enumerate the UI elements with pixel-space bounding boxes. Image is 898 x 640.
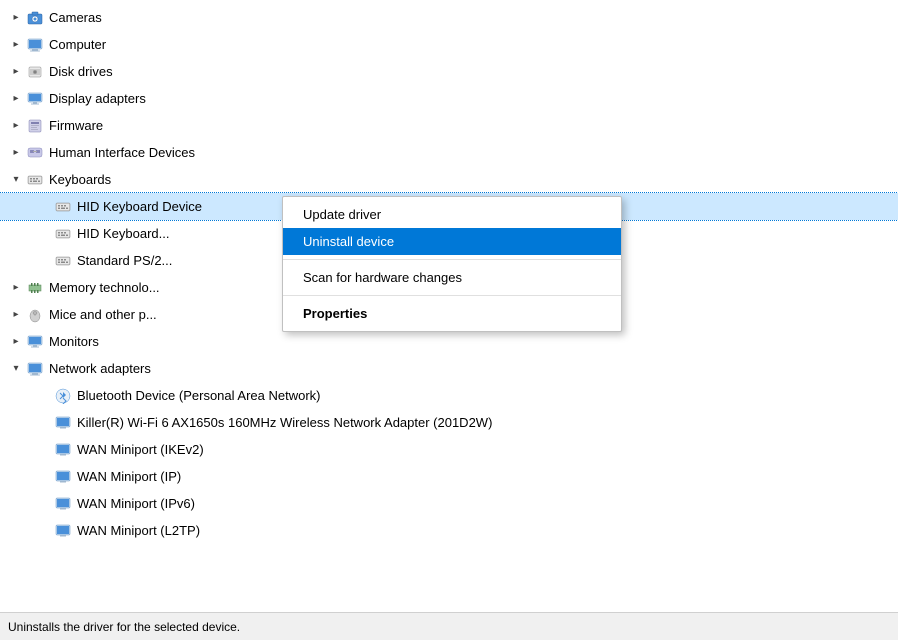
network-adapter-icon <box>54 495 72 513</box>
firmware-icon <box>26 117 44 135</box>
tree-item-wan-ip[interactable]: WAN Miniport (IP) <box>0 463 898 490</box>
tree-label-computer: Computer <box>49 37 106 52</box>
expand-arrow-killer-wifi <box>36 415 52 431</box>
tree-item-wan-ipv6[interactable]: WAN Miniport (IPv6) <box>0 490 898 517</box>
expand-arrow-disk-drives[interactable] <box>8 64 24 80</box>
keyboard-icon <box>26 171 44 189</box>
expand-arrow-wan-ikev2 <box>36 442 52 458</box>
keyboard-small-icon <box>54 225 72 243</box>
tree-label-wan-ip: WAN Miniport (IP) <box>77 469 181 484</box>
network-adapter-icon <box>54 414 72 432</box>
expand-arrow-computer[interactable] <box>8 37 24 53</box>
camera-icon <box>26 9 44 27</box>
context-menu: Update driverUninstall device Scan for ha… <box>282 196 622 332</box>
tree-label-human-interface: Human Interface Devices <box>49 145 195 160</box>
network-adapter-icon <box>54 441 72 459</box>
tree-item-network-adapters[interactable]: Network adapters <box>0 355 898 382</box>
network-adapter-icon <box>54 522 72 540</box>
expand-arrow-monitors[interactable] <box>8 334 24 350</box>
expand-arrow-standard-ps2 <box>36 253 52 269</box>
display-icon <box>26 90 44 108</box>
tree-label-killer-wifi: Killer(R) Wi-Fi 6 AX1650s 160MHz Wireles… <box>77 415 492 430</box>
network-icon <box>26 360 44 378</box>
expand-arrow-firmware[interactable] <box>8 118 24 134</box>
hid-icon <box>26 144 44 162</box>
tree-label-wan-ikev2: WAN Miniport (IKEv2) <box>77 442 204 457</box>
tree-item-display-adapters[interactable]: Display adapters <box>0 85 898 112</box>
tree-item-keyboards[interactable]: Keyboards <box>0 166 898 193</box>
expand-arrow-wan-ip <box>36 469 52 485</box>
tree-item-monitors[interactable]: Monitors <box>0 328 898 355</box>
status-bar-text: Uninstalls the driver for the selected d… <box>8 620 240 634</box>
tree-label-disk-drives: Disk drives <box>49 64 113 79</box>
keyboard-small-icon <box>54 252 72 270</box>
expand-arrow-memory-tech[interactable] <box>8 280 24 296</box>
tree-item-cameras[interactable]: Cameras <box>0 4 898 31</box>
memory-icon <box>26 279 44 297</box>
tree-label-cameras: Cameras <box>49 10 102 25</box>
monitor-icon <box>26 333 44 351</box>
context-menu-divider <box>283 295 621 296</box>
tree-label-mice: Mice and other p... <box>49 307 157 322</box>
expand-arrow-bluetooth <box>36 388 52 404</box>
tree-item-disk-drives[interactable]: Disk drives <box>0 58 898 85</box>
expand-arrow-human-interface[interactable] <box>8 145 24 161</box>
context-menu-item-properties[interactable]: Properties <box>283 300 621 327</box>
expand-arrow-network-adapters[interactable] <box>8 361 24 377</box>
computer-icon <box>26 36 44 54</box>
expand-arrow-display-adapters[interactable] <box>8 91 24 107</box>
network-adapter-icon <box>54 468 72 486</box>
tree-label-keyboards: Keyboards <box>49 172 111 187</box>
expand-arrow-mice[interactable] <box>8 307 24 323</box>
bluetooth-icon <box>54 387 72 405</box>
expand-arrow-cameras[interactable] <box>8 10 24 26</box>
tree-label-network-adapters: Network adapters <box>49 361 151 376</box>
device-manager-window: Cameras Computer Disk drives Display adapte… <box>0 0 898 640</box>
tree-label-display-adapters: Display adapters <box>49 91 146 106</box>
tree-item-firmware[interactable]: Firmware <box>0 112 898 139</box>
tree-item-wan-l2tp[interactable]: WAN Miniport (L2TP) <box>0 517 898 544</box>
expand-arrow-wan-l2tp <box>36 523 52 539</box>
tree-item-human-interface[interactable]: Human Interface Devices <box>0 139 898 166</box>
context-menu-divider <box>283 259 621 260</box>
expand-arrow-hid-keyboard-2 <box>36 226 52 242</box>
context-menu-item-update-driver[interactable]: Update driver <box>283 201 621 228</box>
tree-label-hid-keyboard-2: HID Keyboard... <box>77 226 170 241</box>
tree-label-wan-l2tp: WAN Miniport (L2TP) <box>77 523 200 538</box>
tree-item-wan-ikev2[interactable]: WAN Miniport (IKEv2) <box>0 436 898 463</box>
tree-label-monitors: Monitors <box>49 334 99 349</box>
expand-arrow-wan-ipv6 <box>36 496 52 512</box>
tree-label-wan-ipv6: WAN Miniport (IPv6) <box>77 496 195 511</box>
expand-arrow-keyboards[interactable] <box>8 172 24 188</box>
tree-label-firmware: Firmware <box>49 118 103 133</box>
tree-item-killer-wifi[interactable]: Killer(R) Wi-Fi 6 AX1650s 160MHz Wireles… <box>0 409 898 436</box>
disk-icon <box>26 63 44 81</box>
tree-item-bluetooth[interactable]: Bluetooth Device (Personal Area Network) <box>0 382 898 409</box>
status-bar: Uninstalls the driver for the selected d… <box>0 612 898 640</box>
context-menu-item-uninstall-device[interactable]: Uninstall device <box>283 228 621 255</box>
tree-label-standard-ps2: Standard PS/2... <box>77 253 172 268</box>
expand-arrow-hid-keyboard-1 <box>36 199 52 215</box>
tree-label-hid-keyboard-1: HID Keyboard Device <box>77 199 202 214</box>
tree-label-bluetooth: Bluetooth Device (Personal Area Network) <box>77 388 321 403</box>
keyboard-small-icon <box>54 198 72 216</box>
context-menu-item-scan-changes[interactable]: Scan for hardware changes <box>283 264 621 291</box>
tree-item-computer[interactable]: Computer <box>0 31 898 58</box>
tree-label-memory-tech: Memory technolo... <box>49 280 160 295</box>
mouse-icon <box>26 306 44 324</box>
